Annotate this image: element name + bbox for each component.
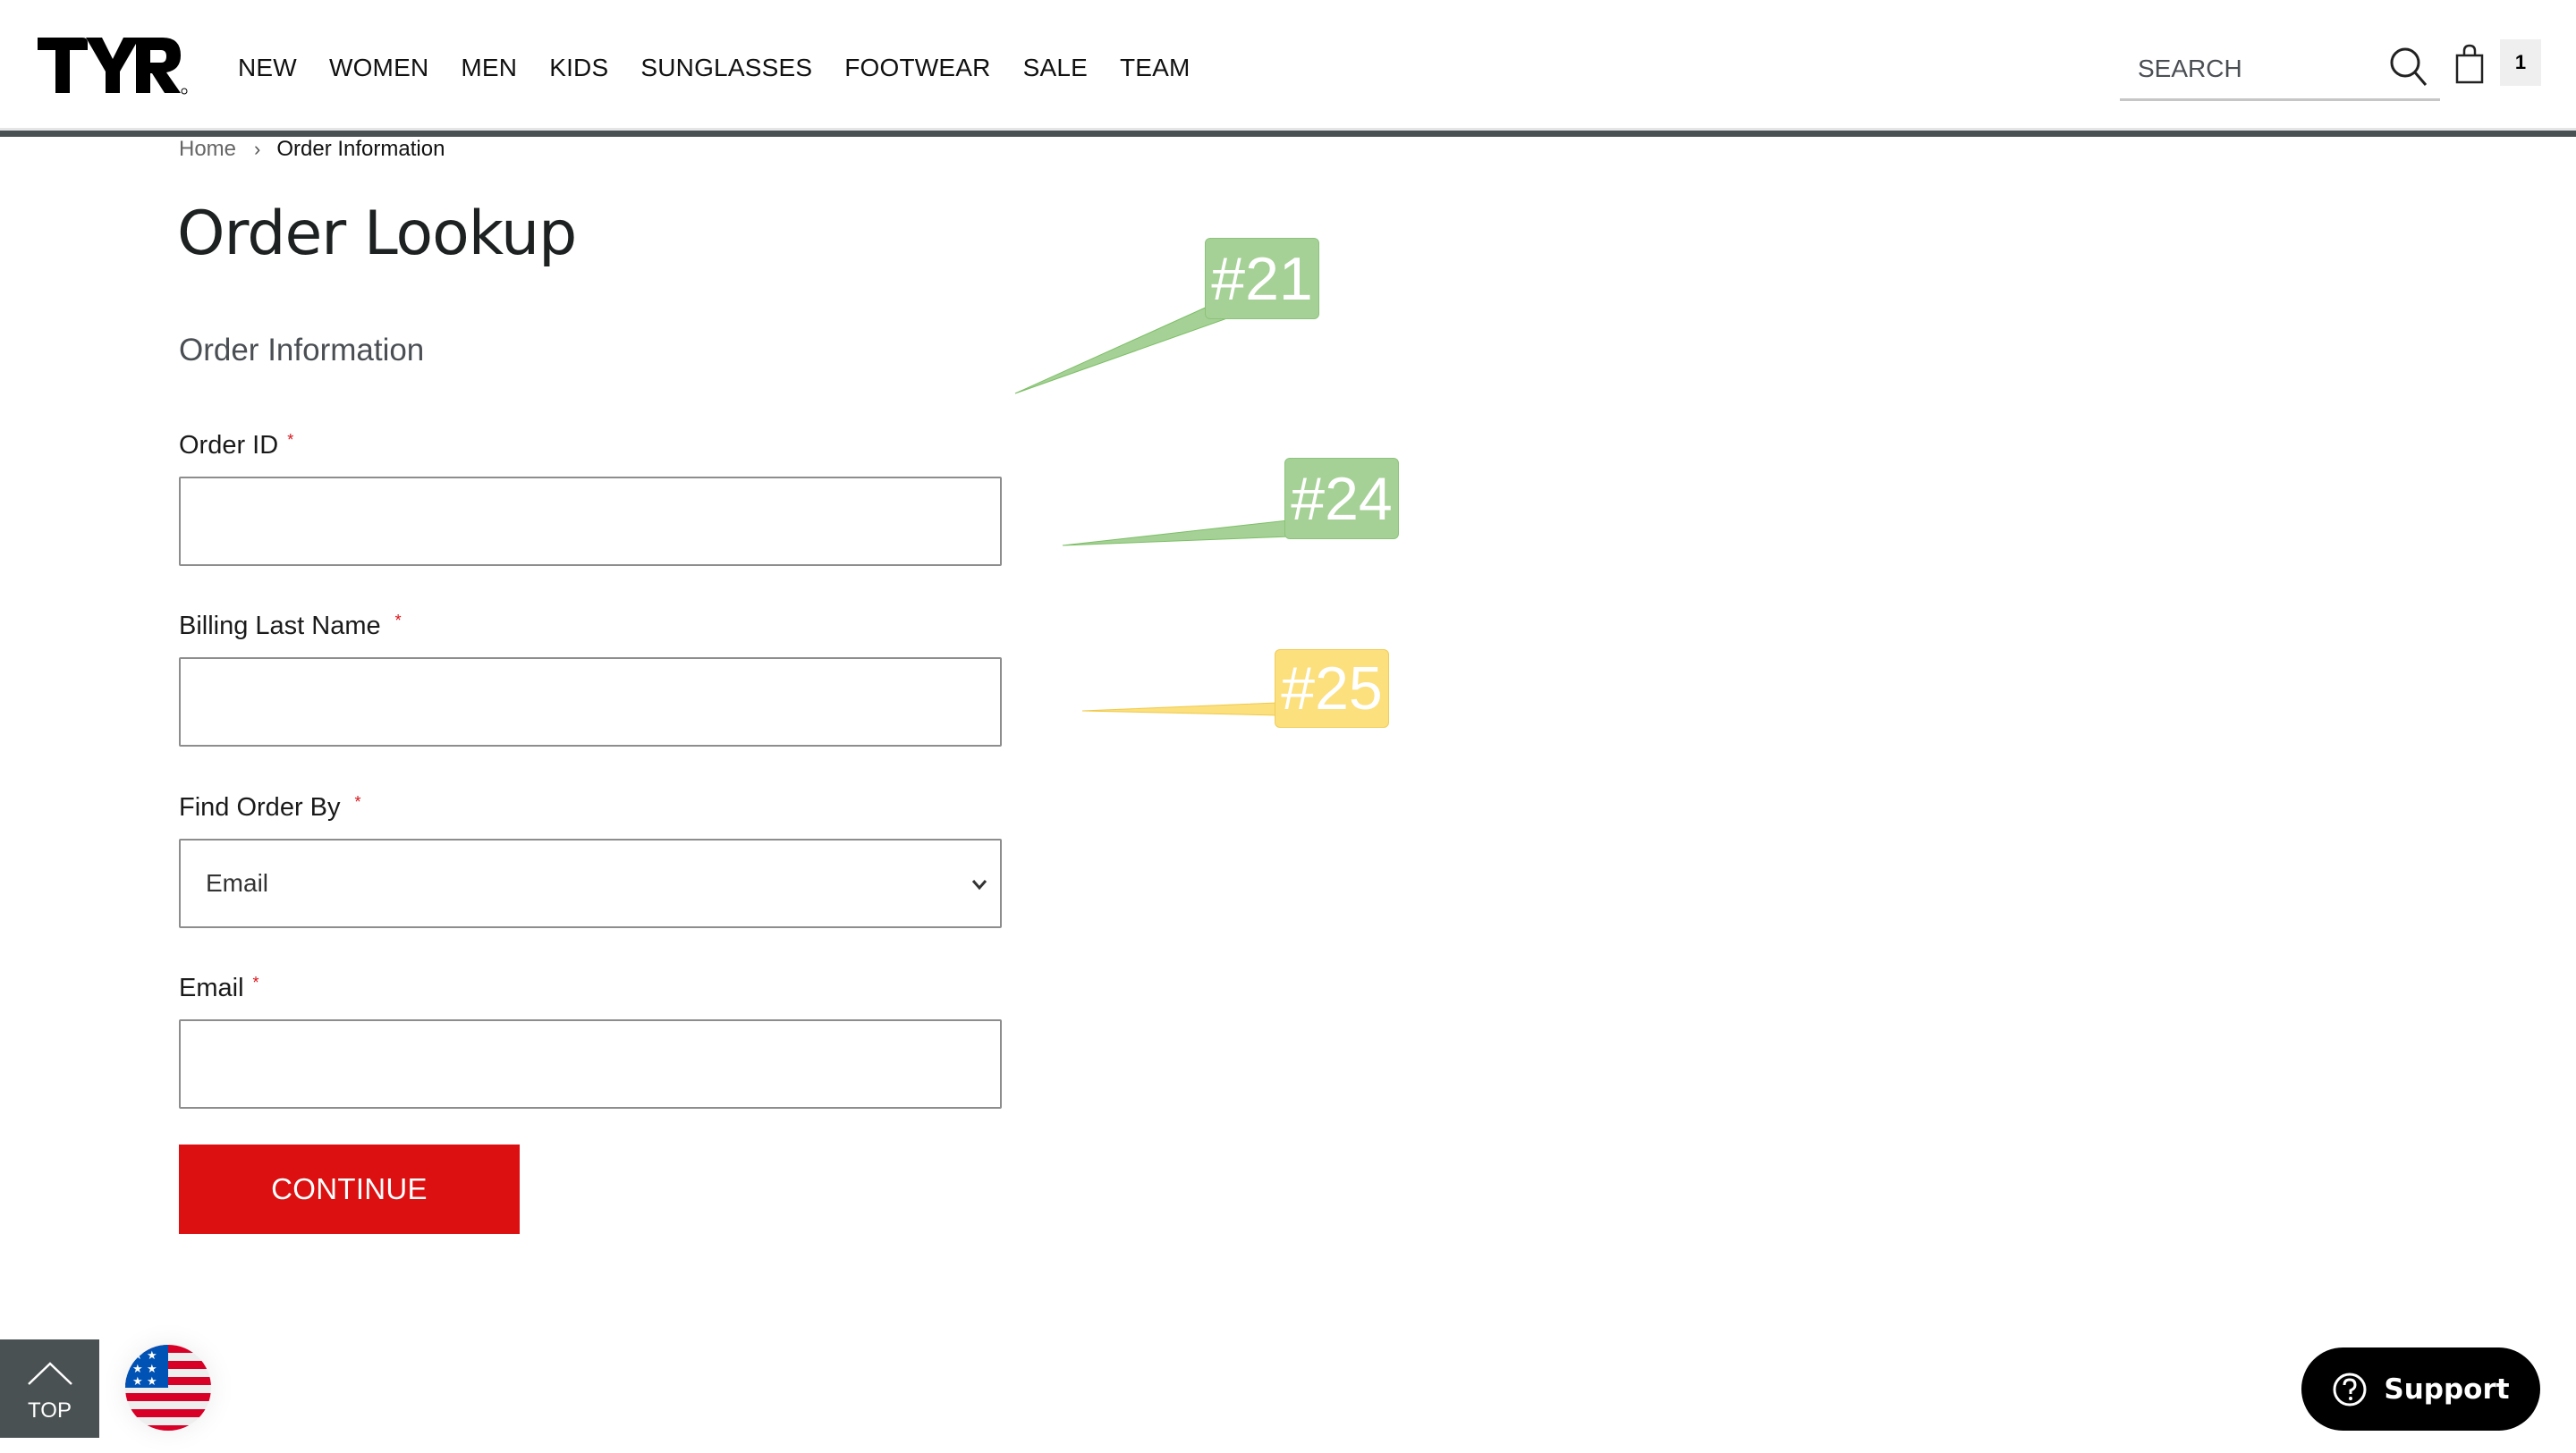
svg-text:★: ★	[147, 1375, 157, 1389]
annotation-24-pointer	[1062, 520, 1291, 546]
chevron-up-icon	[28, 1362, 72, 1385]
us-flag-icon[interactable]: ★ ★ ★ ★ ★ ★	[125, 1345, 211, 1431]
svg-text:★: ★	[132, 1363, 143, 1376]
svg-text:★: ★	[147, 1363, 157, 1376]
svg-text:★: ★	[147, 1349, 157, 1363]
annotation-25: #25	[1275, 649, 1389, 728]
support-label: Support	[2384, 1373, 2510, 1406]
country-selector-flag: ★ ★ ★ ★ ★ ★	[125, 1345, 211, 1431]
back-to-top-label: TOP	[28, 1398, 72, 1423]
annotation-25-pointer	[1081, 702, 1278, 716]
annotation-21-pointer	[1014, 305, 1229, 394]
svg-text:★: ★	[132, 1375, 143, 1389]
annotation-21: #21	[1205, 238, 1319, 319]
support-button[interactable]: Support	[2301, 1347, 2540, 1431]
back-to-top-button[interactable]: TOP	[0, 1339, 99, 1438]
annotation-24: #24	[1284, 458, 1399, 539]
help-question-icon	[2333, 1373, 2367, 1406]
